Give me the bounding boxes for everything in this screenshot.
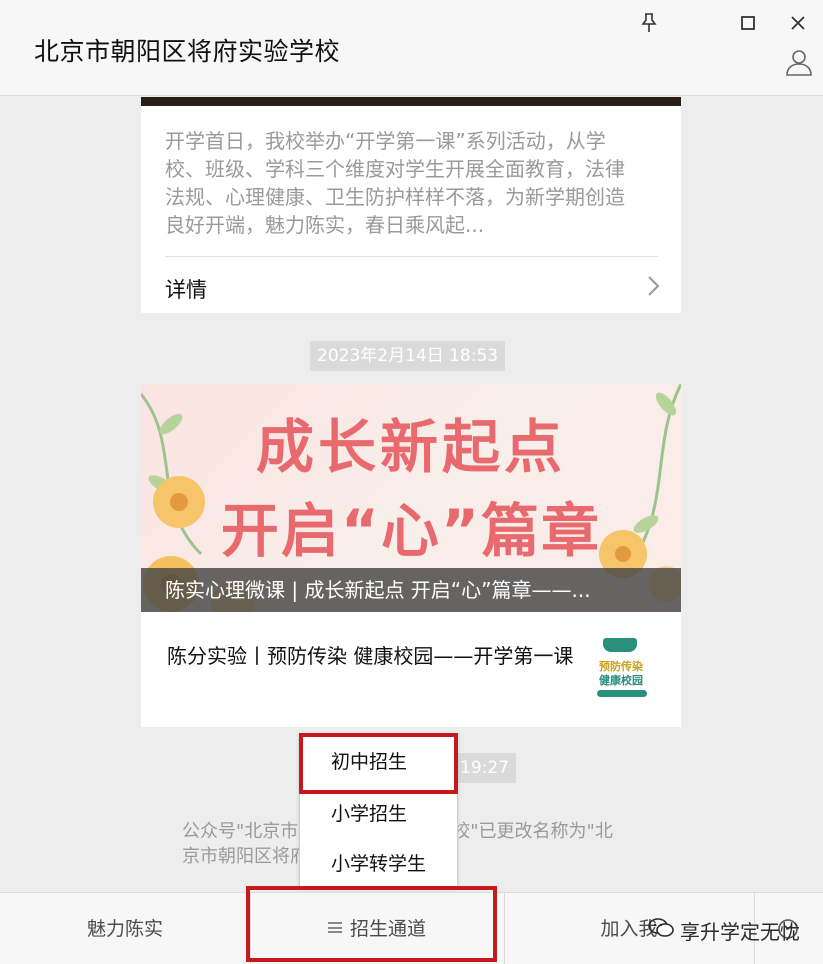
article-card[interactable]: 开学首日，我校举办“开学第一课”系列活动，从学校、班级、学科三个维度对学生开展全… — [141, 97, 681, 313]
timestamp: 2023年2月14日 18:53 — [310, 341, 506, 371]
article-title: 陈实心理微课 | 成长新起点 开启“心”篇章——... — [141, 568, 681, 612]
notice-text-3: 京市朝阳区将府 — [182, 846, 308, 867]
article-cover-image[interactable]: 成长新起点 开启“心”篇章 陈实心理微课 | 成长新起点 开启“心”篇章——..… — [141, 384, 681, 612]
article-cover-image — [141, 97, 681, 106]
wechat-icon — [648, 917, 674, 944]
watermark-text: 享升学定无忧 — [680, 919, 800, 944]
thumbnail-text-2: 健康校园 — [599, 674, 643, 687]
details-link[interactable]: 详情 — [141, 257, 681, 313]
window-title: 北京市朝阳区将府实验学校 — [34, 37, 341, 66]
sub-article-thumbnail: 预防传染 健康校园 — [585, 636, 657, 706]
cover-title-line-1: 成长新起点 — [255, 413, 566, 481]
chevron-right-icon — [647, 275, 661, 301]
article-summary: 开学首日，我校举办“开学第一课”系列活动，从学校、班级、学科三个维度对学生开展全… — [165, 129, 625, 237]
sub-article-title: 陈分实验丨预防传染 健康校园——开学第一课 — [167, 644, 574, 668]
submenu-popup: 初中招生 小学招生 小学转学生 — [299, 733, 458, 888]
notice-text-1: 公众号"北京市 — [182, 821, 299, 842]
menu-enrollment[interactable]: 招生通道 — [250, 893, 504, 964]
menu-enrollment-label: 招生通道 — [349, 918, 426, 940]
watermark: 享升学定无忧 — [648, 912, 800, 948]
article-card[interactable]: 成长新起点 开启“心”篇章 陈实心理微课 | 成长新起点 开启“心”篇章——..… — [141, 384, 681, 727]
pin-icon[interactable] — [634, 8, 664, 38]
menu-charm[interactable]: 魅力陈实 — [0, 893, 250, 964]
thumbnail-banner — [597, 690, 647, 697]
window-titlebar: 北京市朝阳区将府实验学校 — [0, 0, 823, 96]
menu-charm-label: 魅力陈实 — [86, 918, 163, 940]
sub-article-item[interactable]: 陈分实验丨预防传染 健康校园——开学第一课 预防传染 健康校园 — [141, 612, 681, 727]
cover-title-line-2: 开启“心”篇章 — [220, 497, 602, 565]
close-icon[interactable] — [783, 8, 813, 38]
details-label: 详情 — [165, 278, 207, 302]
menu-item-junior-enrollment[interactable]: 初中招生 — [300, 737, 457, 787]
profile-icon[interactable] — [781, 44, 817, 80]
menu-icon — [327, 922, 342, 933]
mask-icon — [603, 638, 637, 652]
menu-item-primary-transfer[interactable]: 小学转学生 — [300, 839, 457, 889]
menu-item-primary-enrollment[interactable]: 小学招生 — [300, 789, 457, 839]
maximize-icon[interactable] — [733, 8, 763, 38]
